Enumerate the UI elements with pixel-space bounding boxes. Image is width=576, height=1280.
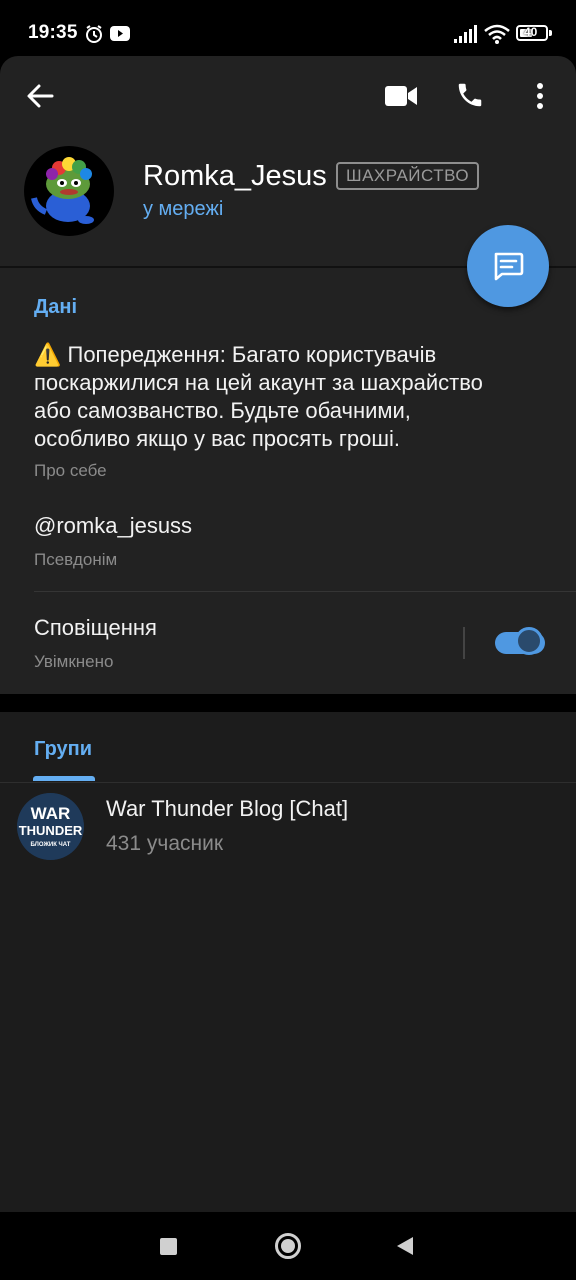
navigation-bar [0,1212,576,1280]
info-section-title: Дані [34,296,78,318]
signal-icon [454,25,477,43]
arrow-left-icon[interactable] [26,82,54,110]
war-thunder-logo: WAR THUNDER БЛОЖИК ЧАТ [17,793,84,860]
username-caption: Псевдонім [34,550,118,569]
home-circle-icon[interactable] [275,1233,301,1259]
username-value[interactable]: @romka_jesuss [34,512,192,540]
logo-text-sub: БЛОЖИК ЧАТ [31,842,71,848]
back-triangle-icon[interactable] [396,1236,414,1256]
bio-text[interactable]: ⚠️ Попередження: Багато користувачів пос… [34,341,544,453]
group-members: 431 учасник [106,832,224,855]
battery-level: 40 [524,25,538,39]
alarm-icon [86,25,102,43]
phone-icon[interactable] [455,80,485,110]
group-avatar: WAR THUNDER БЛОЖИК ЧАТ [17,793,84,860]
video-call-icon[interactable] [384,83,418,109]
profile-name: Romka_Jesus [143,160,327,192]
battery-icon: 40 [516,25,548,41]
status-time: 19:35 [28,22,78,43]
notifications-status: Увімкнено [34,652,114,671]
profile-avatar[interactable] [24,146,114,236]
battery-tip [549,30,552,36]
message-icon [494,252,524,281]
logo-text-war: WAR [31,804,71,823]
toggle-separator [463,627,465,659]
tab-indicator [33,776,95,781]
bio-line: особливо якщо у вас просять гроші. [34,426,400,451]
message-button[interactable] [467,225,549,307]
recents-square-icon[interactable] [160,1238,177,1255]
logo-text-thunder: THUNDER [19,823,83,838]
online-status: у мережі [143,198,224,220]
status-bar: 19:35 40 [0,0,576,56]
more-vertical-icon[interactable] [534,82,546,110]
toggle-knob[interactable] [515,627,543,655]
bio-line: поскаржилися на цей акаунт за шахрайство [34,370,483,395]
bio-line: або самозванство. Будьте обачними, [34,398,411,423]
youtube-icon [110,26,130,41]
wifi-icon [484,24,510,44]
group-name: War Thunder Blog [Chat] [106,796,349,821]
notifications-title[interactable]: Сповіщення [34,614,157,642]
tab-groups[interactable]: Групи [34,738,92,761]
bio-line: ⚠️ Попередження: Багато користувачів [34,342,437,367]
scam-badge: ШАХРАЙСТВО [336,162,480,190]
bio-caption: Про себе [34,461,107,480]
row-divider [34,591,576,592]
